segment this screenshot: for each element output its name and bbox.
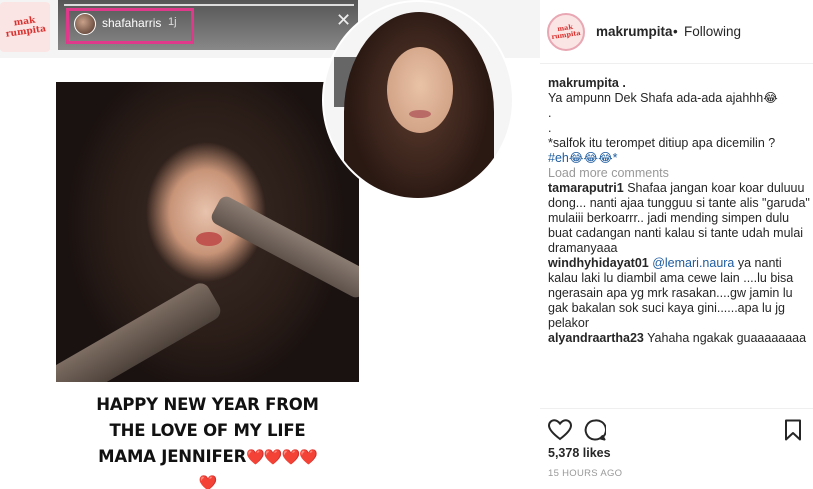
- caption-dot: .: [548, 106, 552, 120]
- post-username[interactable]: makrumpita: [596, 24, 673, 39]
- header-separator: •: [673, 24, 678, 39]
- comment-item: windhyhidayat01 @lemari.naura ya nanti k…: [548, 256, 810, 331]
- watermark-logo: mak rumpita: [0, 2, 50, 52]
- comment-icon[interactable]: [584, 419, 606, 441]
- post-panel: mak rumpita makrumpita • Following makrum…: [540, 0, 813, 489]
- caption-line-4: ❤️: [56, 470, 359, 489]
- avatar[interactable]: mak rumpita: [547, 13, 585, 51]
- comment-item: alyandraartha23 Yahaha ngakak guaaaaaaaa: [548, 331, 810, 346]
- bookmark-icon[interactable]: [784, 419, 802, 441]
- caption-text: *salfok itu terompet ditiup apa dicemili…: [548, 136, 776, 150]
- likes-count[interactable]: 5,378 likes: [548, 446, 611, 460]
- heart-icon: ❤️: [198, 474, 218, 489]
- inset-face: [387, 47, 453, 133]
- trumpet-prop: [208, 193, 359, 301]
- mention-link[interactable]: @lemari.naura: [652, 256, 734, 270]
- heart-icon[interactable]: [548, 419, 572, 441]
- comments-list: makrumpita . Ya ampunn Dek Shafa ada-ada…: [548, 76, 810, 346]
- post-header: mak rumpita makrumpita • Following: [540, 0, 813, 64]
- load-more-comments[interactable]: Load more comments: [548, 166, 810, 181]
- comment-username[interactable]: windhyhidayat01: [548, 256, 649, 270]
- following-button[interactable]: Following: [684, 24, 741, 39]
- caption-line-3: MAMA JENNIFER❤️❤️❤️❤️: [98, 447, 318, 466]
- story-caption: HAPPY NEW YEAR FROM THE LOVE OF MY LIFE …: [56, 382, 359, 489]
- post-timestamp[interactable]: 15 HOURS AGO: [548, 468, 622, 479]
- photo-lips: [196, 232, 222, 246]
- caption-line-1: HAPPY NEW YEAR FROM: [96, 395, 319, 414]
- comment-username[interactable]: tamaraputri1: [548, 181, 624, 195]
- comment-text: Yahaha ngakak guaaaaaaaa: [647, 331, 807, 345]
- caption-dot: .: [548, 121, 552, 135]
- comment-username[interactable]: alyandraartha23: [548, 331, 644, 345]
- highlight-box: [66, 8, 194, 44]
- comment-item: tamaraputri1 Shafaa jangan koar koar dul…: [548, 181, 810, 256]
- action-bar: [540, 408, 813, 448]
- caption-text: Ya ampunn Dek Shafa ada-ada ajahhh😂: [548, 91, 778, 105]
- story-photo: [56, 82, 359, 382]
- post-media: mak rumpita shafaharris 1j ✕ HAPPY NEW YE…: [0, 0, 540, 489]
- trumpet-prop: [56, 279, 224, 382]
- close-icon: ✕: [336, 10, 352, 30]
- story-progress-bar: [64, 4, 354, 6]
- hashtag-link[interactable]: #eh😂😂😂*: [548, 151, 810, 166]
- caption-username[interactable]: makrumpita .: [548, 76, 810, 91]
- inset-portrait: [322, 0, 514, 200]
- caption-line-2: THE LOVE OF MY LIFE: [109, 421, 306, 440]
- hearts-icon: ❤️❤️❤️❤️: [246, 448, 318, 466]
- inset-lips: [409, 110, 431, 118]
